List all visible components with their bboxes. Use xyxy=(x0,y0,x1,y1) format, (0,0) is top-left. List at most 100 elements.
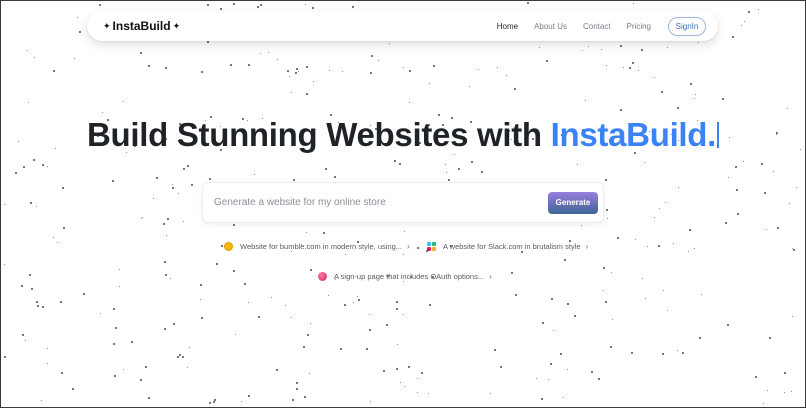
star-dot xyxy=(764,192,766,194)
star-dot xyxy=(632,62,634,64)
star-dot xyxy=(293,179,295,181)
star-dot xyxy=(417,392,418,393)
star-dot xyxy=(342,71,343,72)
star-dot xyxy=(291,251,292,252)
star-dot xyxy=(306,93,308,95)
nav-link-pricing[interactable]: Pricing xyxy=(627,22,651,31)
star-dot xyxy=(187,165,189,167)
star-dot xyxy=(36,301,38,303)
star-dot xyxy=(403,254,404,255)
star-dot xyxy=(667,310,668,311)
star-dot xyxy=(403,314,404,315)
star-dot xyxy=(494,349,496,351)
star-dot xyxy=(748,11,750,13)
star-dot xyxy=(663,290,664,291)
star-dot xyxy=(298,71,299,72)
star-dot xyxy=(588,46,589,47)
star-dot xyxy=(313,81,314,82)
star-dot xyxy=(329,70,330,71)
star-dot xyxy=(306,232,307,233)
star-dot xyxy=(178,193,179,194)
suggestion-oauth[interactable]: A sign-up page that includes OAuth optio… xyxy=(318,272,492,281)
star-dot xyxy=(25,340,26,341)
star-dot xyxy=(689,229,691,231)
nav-link-contact[interactable]: Contact xyxy=(583,22,611,31)
star-dot xyxy=(478,69,479,70)
star-dot xyxy=(296,382,298,384)
star-dot xyxy=(287,70,289,72)
star-dot xyxy=(42,164,44,166)
star-dot xyxy=(758,9,759,10)
star-dot xyxy=(515,294,517,296)
star-dot xyxy=(408,366,410,368)
nav-link-home[interactable]: Home xyxy=(497,22,518,31)
star-dot xyxy=(695,94,696,95)
star-dot xyxy=(119,269,120,270)
star-dot xyxy=(260,53,261,54)
star-dot xyxy=(638,70,639,71)
signin-button[interactable]: SignIn xyxy=(668,16,706,36)
star-dot xyxy=(458,168,460,170)
star-dot xyxy=(469,86,470,87)
star-dot xyxy=(386,324,388,326)
suggestion-label: A website for Slack.com in brutalism sty… xyxy=(443,242,581,251)
star-dot xyxy=(189,347,190,348)
star-dot xyxy=(620,45,622,47)
star-dot xyxy=(53,70,55,72)
star-dot xyxy=(654,217,655,218)
star-dot xyxy=(399,163,401,165)
brand-name: InstaBuild xyxy=(112,19,171,33)
star-dot xyxy=(546,60,548,62)
star-dot xyxy=(511,272,513,274)
star-dot xyxy=(701,294,702,295)
star-dot xyxy=(631,352,633,354)
star-dot xyxy=(179,354,181,356)
star-dot xyxy=(309,373,310,374)
suggestion-slack[interactable]: A website for Slack.com in brutalism sty… xyxy=(427,242,588,251)
star-dot xyxy=(310,323,311,324)
sparkle-icon: ✦ xyxy=(103,20,111,31)
star-dot xyxy=(755,376,757,378)
chevron-right-icon: › xyxy=(585,242,589,251)
star-dot xyxy=(31,288,33,290)
star-dot xyxy=(15,172,17,174)
star-dot xyxy=(428,393,429,394)
star-dot xyxy=(784,372,786,374)
star-dot xyxy=(567,303,569,305)
star-dot xyxy=(421,372,423,374)
star-dot xyxy=(268,52,269,53)
suggestion-bumble[interactable]: Website for bumble.com in modern style, … xyxy=(224,242,410,251)
star-dot xyxy=(307,334,309,336)
star-dot xyxy=(21,285,23,287)
star-dot xyxy=(207,4,209,6)
star-dot xyxy=(722,98,724,100)
star-dot xyxy=(254,174,255,175)
typing-caret xyxy=(717,122,720,148)
nav-link-about-us[interactable]: About Us xyxy=(534,22,567,31)
star-dot xyxy=(551,298,553,300)
star-dot xyxy=(369,314,370,315)
slack-icon xyxy=(427,242,436,251)
star-dot xyxy=(325,168,327,170)
star-dot xyxy=(304,396,306,398)
star-dot xyxy=(761,163,763,165)
star-dot xyxy=(536,378,537,379)
generate-button[interactable]: Generate xyxy=(548,191,598,214)
chevron-right-icon: › xyxy=(489,272,492,281)
star-dot xyxy=(403,67,404,68)
star-dot xyxy=(677,350,678,351)
star-dot xyxy=(678,187,679,188)
star-dot xyxy=(400,382,401,383)
star-dot xyxy=(47,166,48,167)
star-dot xyxy=(292,399,294,401)
star-dot xyxy=(183,221,184,222)
star-dot xyxy=(429,304,431,306)
brand-logo[interactable]: ✦ InstaBuild ✦ xyxy=(101,19,182,33)
star-dot xyxy=(667,47,668,48)
star-dot xyxy=(115,327,117,329)
star-dot xyxy=(201,317,203,319)
star-dot xyxy=(156,177,158,179)
star-dot xyxy=(598,378,600,380)
star-dot xyxy=(36,206,37,207)
prompt-input[interactable] xyxy=(214,197,548,208)
